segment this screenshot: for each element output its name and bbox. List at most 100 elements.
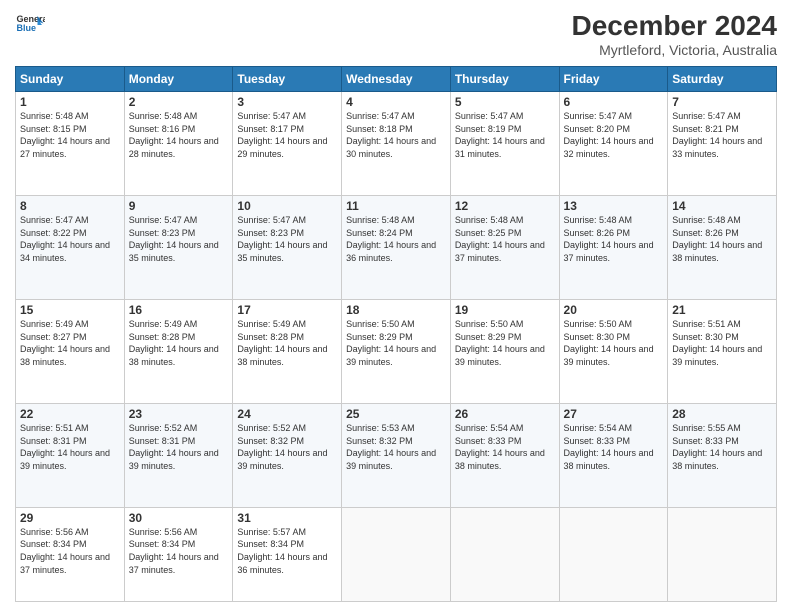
day-number: 20 <box>564 303 664 317</box>
table-row: 19 Sunrise: 5:50 AMSunset: 8:29 PMDaylig… <box>450 299 559 403</box>
day-number: 25 <box>346 407 446 421</box>
day-number: 17 <box>237 303 337 317</box>
col-friday: Friday <box>559 67 668 92</box>
table-row: 10 Sunrise: 5:47 AMSunset: 8:23 PMDaylig… <box>233 195 342 299</box>
day-info: Sunrise: 5:54 AMSunset: 8:33 PMDaylight:… <box>455 423 545 471</box>
day-number: 30 <box>129 511 229 525</box>
table-row: 21 Sunrise: 5:51 AMSunset: 8:30 PMDaylig… <box>668 299 777 403</box>
day-info: Sunrise: 5:47 AMSunset: 8:17 PMDaylight:… <box>237 111 327 159</box>
day-number: 14 <box>672 199 772 213</box>
table-row: 4 Sunrise: 5:47 AMSunset: 8:18 PMDayligh… <box>342 92 451 196</box>
table-row: 28 Sunrise: 5:55 AMSunset: 8:33 PMDaylig… <box>668 403 777 507</box>
day-number: 27 <box>564 407 664 421</box>
day-number: 19 <box>455 303 555 317</box>
table-row: 23 Sunrise: 5:52 AMSunset: 8:31 PMDaylig… <box>124 403 233 507</box>
table-row: 20 Sunrise: 5:50 AMSunset: 8:30 PMDaylig… <box>559 299 668 403</box>
page: General Blue December 2024 Myrtleford, V… <box>0 0 792 612</box>
day-number: 2 <box>129 95 229 109</box>
day-info: Sunrise: 5:50 AMSunset: 8:29 PMDaylight:… <box>346 319 436 367</box>
day-number: 8 <box>20 199 120 213</box>
header: General Blue December 2024 Myrtleford, V… <box>15 10 777 58</box>
day-info: Sunrise: 5:47 AMSunset: 8:22 PMDaylight:… <box>20 215 110 263</box>
table-row: 8 Sunrise: 5:47 AMSunset: 8:22 PMDayligh… <box>16 195 125 299</box>
day-info: Sunrise: 5:51 AMSunset: 8:31 PMDaylight:… <box>20 423 110 471</box>
day-info: Sunrise: 5:50 AMSunset: 8:30 PMDaylight:… <box>564 319 654 367</box>
day-info: Sunrise: 5:47 AMSunset: 8:23 PMDaylight:… <box>129 215 219 263</box>
logo: General Blue <box>15 10 45 40</box>
day-info: Sunrise: 5:48 AMSunset: 8:24 PMDaylight:… <box>346 215 436 263</box>
calendar-table: Sunday Monday Tuesday Wednesday Thursday… <box>15 66 777 602</box>
day-number: 29 <box>20 511 120 525</box>
table-row: 5 Sunrise: 5:47 AMSunset: 8:19 PMDayligh… <box>450 92 559 196</box>
day-info: Sunrise: 5:48 AMSunset: 8:16 PMDaylight:… <box>129 111 219 159</box>
day-info: Sunrise: 5:48 AMSunset: 8:26 PMDaylight:… <box>564 215 654 263</box>
table-row: 9 Sunrise: 5:47 AMSunset: 8:23 PMDayligh… <box>124 195 233 299</box>
table-row: 18 Sunrise: 5:50 AMSunset: 8:29 PMDaylig… <box>342 299 451 403</box>
title-block: December 2024 Myrtleford, Victoria, Aust… <box>572 10 777 58</box>
day-number: 24 <box>237 407 337 421</box>
day-info: Sunrise: 5:57 AMSunset: 8:34 PMDaylight:… <box>237 527 327 575</box>
main-title: December 2024 <box>572 10 777 42</box>
svg-text:Blue: Blue <box>17 23 37 33</box>
col-sunday: Sunday <box>16 67 125 92</box>
col-tuesday: Tuesday <box>233 67 342 92</box>
day-number: 16 <box>129 303 229 317</box>
day-number: 9 <box>129 199 229 213</box>
day-info: Sunrise: 5:49 AMSunset: 8:27 PMDaylight:… <box>20 319 110 367</box>
day-info: Sunrise: 5:47 AMSunset: 8:23 PMDaylight:… <box>237 215 327 263</box>
day-info: Sunrise: 5:55 AMSunset: 8:33 PMDaylight:… <box>672 423 762 471</box>
day-info: Sunrise: 5:47 AMSunset: 8:18 PMDaylight:… <box>346 111 436 159</box>
day-info: Sunrise: 5:49 AMSunset: 8:28 PMDaylight:… <box>237 319 327 367</box>
table-row: 12 Sunrise: 5:48 AMSunset: 8:25 PMDaylig… <box>450 195 559 299</box>
day-number: 12 <box>455 199 555 213</box>
subtitle: Myrtleford, Victoria, Australia <box>572 42 777 58</box>
day-number: 5 <box>455 95 555 109</box>
day-info: Sunrise: 5:50 AMSunset: 8:29 PMDaylight:… <box>455 319 545 367</box>
day-number: 26 <box>455 407 555 421</box>
table-row: 17 Sunrise: 5:49 AMSunset: 8:28 PMDaylig… <box>233 299 342 403</box>
day-info: Sunrise: 5:49 AMSunset: 8:28 PMDaylight:… <box>129 319 219 367</box>
table-row: 27 Sunrise: 5:54 AMSunset: 8:33 PMDaylig… <box>559 403 668 507</box>
table-row: 25 Sunrise: 5:53 AMSunset: 8:32 PMDaylig… <box>342 403 451 507</box>
day-number: 6 <box>564 95 664 109</box>
table-row: 14 Sunrise: 5:48 AMSunset: 8:26 PMDaylig… <box>668 195 777 299</box>
logo-icon: General Blue <box>15 10 45 40</box>
day-number: 18 <box>346 303 446 317</box>
day-number: 23 <box>129 407 229 421</box>
day-number: 22 <box>20 407 120 421</box>
table-row: 2 Sunrise: 5:48 AMSunset: 8:16 PMDayligh… <box>124 92 233 196</box>
day-info: Sunrise: 5:54 AMSunset: 8:33 PMDaylight:… <box>564 423 654 471</box>
col-thursday: Thursday <box>450 67 559 92</box>
calendar-header-row: Sunday Monday Tuesday Wednesday Thursday… <box>16 67 777 92</box>
table-row: 13 Sunrise: 5:48 AMSunset: 8:26 PMDaylig… <box>559 195 668 299</box>
day-info: Sunrise: 5:51 AMSunset: 8:30 PMDaylight:… <box>672 319 762 367</box>
table-row: 30 Sunrise: 5:56 AMSunset: 8:34 PMDaylig… <box>124 507 233 601</box>
day-number: 1 <box>20 95 120 109</box>
day-info: Sunrise: 5:52 AMSunset: 8:31 PMDaylight:… <box>129 423 219 471</box>
day-info: Sunrise: 5:52 AMSunset: 8:32 PMDaylight:… <box>237 423 327 471</box>
col-wednesday: Wednesday <box>342 67 451 92</box>
day-info: Sunrise: 5:47 AMSunset: 8:20 PMDaylight:… <box>564 111 654 159</box>
table-row <box>342 507 451 601</box>
table-row <box>668 507 777 601</box>
day-number: 28 <box>672 407 772 421</box>
day-info: Sunrise: 5:53 AMSunset: 8:32 PMDaylight:… <box>346 423 436 471</box>
day-info: Sunrise: 5:56 AMSunset: 8:34 PMDaylight:… <box>129 527 219 575</box>
table-row: 1 Sunrise: 5:48 AMSunset: 8:15 PMDayligh… <box>16 92 125 196</box>
table-row: 24 Sunrise: 5:52 AMSunset: 8:32 PMDaylig… <box>233 403 342 507</box>
day-number: 21 <box>672 303 772 317</box>
table-row: 11 Sunrise: 5:48 AMSunset: 8:24 PMDaylig… <box>342 195 451 299</box>
day-info: Sunrise: 5:48 AMSunset: 8:26 PMDaylight:… <box>672 215 762 263</box>
col-saturday: Saturday <box>668 67 777 92</box>
table-row: 16 Sunrise: 5:49 AMSunset: 8:28 PMDaylig… <box>124 299 233 403</box>
day-number: 7 <box>672 95 772 109</box>
table-row <box>450 507 559 601</box>
day-info: Sunrise: 5:48 AMSunset: 8:15 PMDaylight:… <box>20 111 110 159</box>
table-row: 15 Sunrise: 5:49 AMSunset: 8:27 PMDaylig… <box>16 299 125 403</box>
table-row: 26 Sunrise: 5:54 AMSunset: 8:33 PMDaylig… <box>450 403 559 507</box>
day-number: 11 <box>346 199 446 213</box>
day-info: Sunrise: 5:48 AMSunset: 8:25 PMDaylight:… <box>455 215 545 263</box>
col-monday: Monday <box>124 67 233 92</box>
table-row: 22 Sunrise: 5:51 AMSunset: 8:31 PMDaylig… <box>16 403 125 507</box>
table-row: 3 Sunrise: 5:47 AMSunset: 8:17 PMDayligh… <box>233 92 342 196</box>
